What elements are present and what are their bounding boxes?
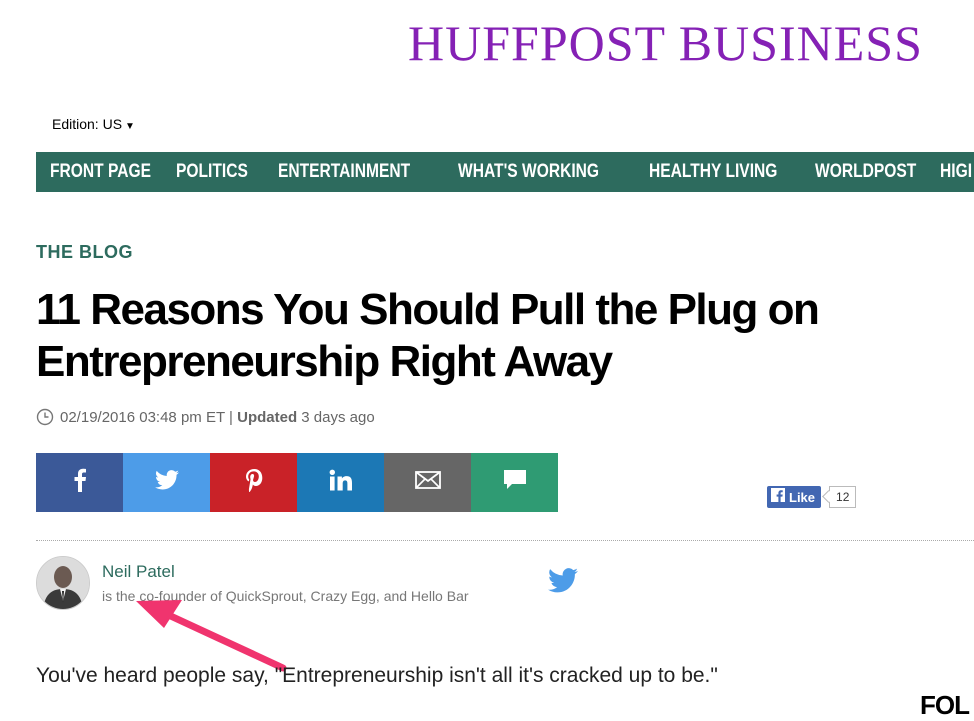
share-linkedin-button[interactable]: [297, 453, 384, 512]
nav-overflow-item[interactable]: HIGI: [940, 152, 972, 192]
share-email-button[interactable]: [384, 453, 471, 512]
author-avatar[interactable]: [36, 556, 90, 610]
site-logo[interactable]: HUFFPOST BUSINESS: [408, 14, 923, 72]
author-twitter-icon[interactable]: [548, 568, 578, 598]
email-icon: [414, 471, 441, 494]
facebook-icon: [73, 468, 87, 497]
publish-date: 02/19/2016 03:48 pm ET: [60, 409, 225, 426]
nav-front-page[interactable]: FRONT PAGE: [50, 152, 151, 192]
edition-label: Edition: US: [52, 116, 123, 132]
share-twitter-button[interactable]: [123, 453, 210, 512]
nav-worldpost[interactable]: WORLDPOST: [815, 152, 916, 192]
article-title: 11 Reasons You Should Pull the Plug on E…: [36, 285, 820, 386]
share-pinterest-button[interactable]: [210, 453, 297, 512]
nav-politics[interactable]: POLITICS: [176, 152, 248, 192]
updated-label: Updated: [237, 409, 298, 426]
twitter-icon: [154, 470, 179, 495]
like-count: 12: [829, 486, 857, 508]
nav-entertainment[interactable]: ENTERTAINMENT: [278, 152, 410, 192]
article-dateline: 02/19/2016 03:48 pm ET | Updated 3 days …: [36, 408, 375, 430]
main-navigation: FRONT PAGE POLITICS ENTERTAINMENT WHAT'S…: [36, 152, 974, 192]
facebook-like-button[interactable]: Like: [767, 486, 822, 508]
facebook-like-widget: Like 12: [767, 485, 857, 509]
clock-icon: [36, 408, 54, 430]
nav-whats-working[interactable]: WHAT'S WORKING: [458, 152, 599, 192]
follow-label: FOL: [920, 690, 970, 720]
author-bio: is the co-founder of QuickSprout, Crazy …: [102, 588, 469, 604]
author-name[interactable]: Neil Patel: [102, 562, 175, 582]
share-facebook-button[interactable]: [36, 453, 123, 512]
facebook-f-icon: [771, 487, 785, 507]
byline-divider: [36, 540, 974, 541]
nav-healthy-living[interactable]: HEALTHY LIVING: [649, 152, 777, 192]
chevron-down-icon: ▼: [125, 121, 135, 132]
article-lead-paragraph: You've heard people say, "Entrepreneursh…: [36, 664, 718, 687]
pinterest-icon: [245, 468, 263, 497]
like-label: Like: [789, 489, 816, 505]
linkedin-icon: [329, 469, 353, 496]
comment-icon: [503, 469, 527, 496]
date-separator: |: [229, 409, 233, 426]
share-comment-button[interactable]: [471, 453, 558, 512]
updated-value: 3 days ago: [301, 409, 375, 426]
edition-selector[interactable]: Edition: US ▼: [52, 116, 135, 132]
section-label[interactable]: THE BLOG: [36, 242, 133, 263]
